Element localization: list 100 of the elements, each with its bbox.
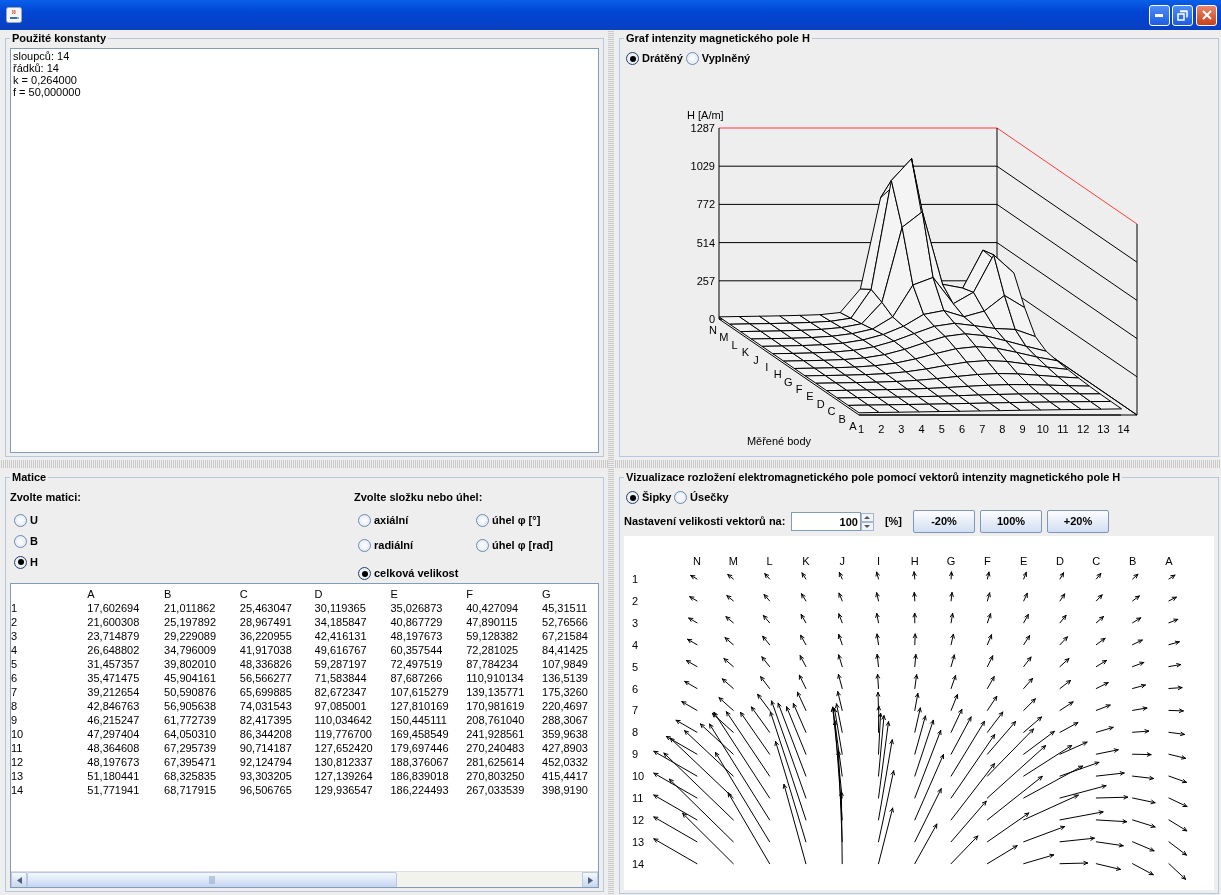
row-header: 3 (11, 630, 18, 642)
radio-button[interactable]: úhel φ [rad] (476, 539, 554, 552)
row-axis-label: E (806, 390, 814, 403)
table-cell: 415,4417 (542, 770, 588, 782)
table-cell: 45,31511 (542, 602, 588, 614)
table-cell: 110,910134 (466, 672, 524, 684)
table-cell: 42,416131 (314, 630, 367, 642)
row-header: 14 (11, 784, 24, 796)
table-cell: 23,714879 (87, 630, 140, 642)
table-cell: 208,761040 (466, 714, 525, 726)
table-cell: 21,011862 (164, 602, 216, 614)
table-cell: 17,602694 (87, 602, 140, 614)
unit-label: [%] (884, 514, 902, 530)
table-cell: 36,220955 (239, 630, 292, 642)
radio-button[interactable]: úhel φ [°] (476, 513, 541, 527)
table-cell: 49,616767 (314, 644, 367, 656)
table-cell: 93,303205 (239, 770, 292, 782)
table-cell: 97,085001 (314, 700, 367, 712)
row-label: 4 (632, 638, 639, 651)
table-cell: 68,325835 (164, 770, 217, 782)
column-label: E (1020, 554, 1028, 567)
row-label: 9 (632, 747, 639, 760)
radio-button[interactable]: Úsečky (674, 491, 729, 504)
row-label: 2 (632, 594, 639, 607)
row-header: 1 (11, 602, 18, 614)
panel-title: Použité konstanty (10, 32, 109, 45)
table-cell: 61,772739 (164, 714, 217, 726)
row-axis-label: J (753, 353, 759, 366)
column-header: G (542, 588, 551, 600)
column-axis-label: 10 (1036, 423, 1049, 435)
table-cell: 65,699885 (239, 686, 292, 698)
table-cell: 87,784234 (466, 658, 519, 670)
table-cell: 359,9638 (542, 728, 588, 740)
panel-title: Graf intenzity magnetického pole H (624, 32, 812, 45)
table-cell: 51,771941 (87, 784, 140, 796)
radio-button[interactable]: radiální (358, 539, 414, 552)
row-label: 13 (632, 835, 645, 848)
table-cell: 119,776700 (314, 728, 372, 740)
column-axis-label: 14 (1117, 423, 1130, 435)
column-label: N (693, 554, 701, 567)
row-label: 5 (632, 660, 639, 673)
y-tick-label: 772 (696, 198, 715, 211)
table-cell: 74,031543 (239, 700, 292, 712)
column-header: B (164, 588, 172, 600)
radio-button[interactable]: Šipky (626, 491, 672, 504)
column-axis-label: 5 (938, 423, 945, 435)
column-axis-label: 13 (1097, 423, 1110, 435)
table-cell: 427,8903 (542, 742, 588, 754)
table-cell: 67,395471 (164, 756, 217, 768)
constants-text-area[interactable]: sloupců: 14 řádků: 14 k = 0,264000 f = 50,000000 (10, 48, 599, 453)
row-axis-label: K (741, 346, 749, 359)
size-button[interactable]: -20% (913, 510, 975, 533)
table-cell: 25,197892 (164, 616, 217, 628)
table-cell: 107,615279 (390, 686, 449, 698)
table-cell: 68,717915 (164, 784, 217, 796)
table-cell: 270,240483 (466, 742, 525, 754)
y-axis-title: H [A/m] (687, 109, 724, 121)
column-axis-label: 9 (1019, 423, 1026, 435)
table-cell: 136,5139 (542, 672, 588, 684)
column-label: B (1128, 554, 1137, 567)
y-tick-label: 1287 (690, 122, 715, 134)
radio-button[interactable]: axiální (358, 513, 409, 527)
x-axis-title: Měřené body (746, 435, 812, 447)
table-cell: 40,867729 (390, 616, 443, 628)
radio-button[interactable]: Drátěný (626, 52, 683, 65)
vector-size-field[interactable]: 100 (790, 512, 861, 531)
table-cell: 48,336826 (239, 658, 292, 670)
table-cell: 175,3260 (542, 686, 588, 698)
table-cell: 270,803250 (466, 770, 525, 782)
table-cell: 47,297404 (87, 728, 140, 740)
size-button[interactable]: +20% (1047, 510, 1109, 533)
table-cell: 186,224493 (390, 784, 449, 796)
row-axis-label: N (709, 324, 717, 337)
column-label: J (839, 554, 845, 567)
row-label: 10 (632, 769, 645, 782)
table-cell: 34,185847 (314, 616, 367, 628)
table-cell: 186,839018 (390, 770, 449, 782)
table-cell: 150,445111 (390, 714, 447, 726)
table-cell: 51,180441 (87, 770, 140, 782)
table-cell: 47,890115 (466, 616, 518, 628)
column-axis-label: 1 (857, 423, 865, 435)
row-label: 7 (632, 704, 639, 717)
y-tick-label: 1029 (690, 160, 715, 173)
column-axis-label: 3 (898, 423, 905, 435)
table-cell: 39,802010 (164, 658, 217, 670)
row-axis-label: F (795, 383, 803, 396)
row-label: 14 (632, 857, 645, 870)
table-cell: 48,197673 (87, 756, 140, 768)
radio-button[interactable]: Vyplněný (685, 52, 751, 65)
table-cell: 82,417395 (239, 714, 292, 726)
row-axis-label: H (773, 368, 782, 381)
radio-button[interactable]: celková velikost (358, 567, 459, 580)
table-cell: 21,600308 (87, 616, 140, 628)
size-button[interactable]: 100% (980, 510, 1042, 533)
column-label: A (1165, 554, 1173, 567)
table-cell: 41,917038 (239, 644, 292, 656)
row-label: 3 (632, 616, 639, 629)
row-label: 6 (632, 682, 639, 695)
table-cell: 398,9190 (542, 784, 588, 796)
table-cell: 30,119365 (314, 602, 366, 614)
